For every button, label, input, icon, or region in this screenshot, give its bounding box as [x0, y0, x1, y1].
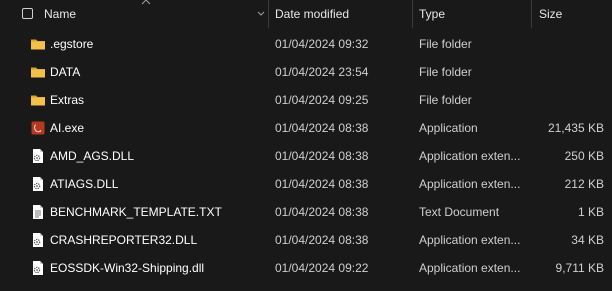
file-date-modified: 01/04/2024 08:38 [275, 233, 369, 247]
column-header-size[interactable]: Size [539, 0, 562, 28]
select-all-checkbox[interactable] [22, 8, 33, 19]
file-date-modified: 01/04/2024 23:54 [275, 65, 369, 79]
file-row[interactable]: Extras 01/04/2024 09:25 File folder [0, 86, 612, 114]
file-type: Application exten... [419, 261, 521, 275]
column-header-name[interactable]: Name [44, 0, 76, 28]
file-size: 34 KB [571, 233, 604, 247]
file-size [530, 86, 604, 114]
file-type: Application exten... [419, 177, 521, 191]
file-date-modified: 01/04/2024 08:38 [275, 177, 369, 191]
folder-icon [31, 67, 45, 78]
file-row[interactable]: CRASHREPORTER32.DLL 01/04/2024 08:38 App… [0, 226, 612, 254]
column-header-date-label: Date modified [275, 7, 350, 21]
chevron-up-icon [141, 0, 151, 5]
file-row[interactable]: AI.exe 01/04/2024 08:38 Application 21,4… [0, 114, 612, 142]
file-size: 212 KB [564, 177, 604, 191]
file-name: BENCHMARK_TEMPLATE.TXT [50, 205, 222, 219]
file-type: File folder [419, 37, 472, 51]
file-type: Application exten... [419, 149, 521, 163]
file-type: File folder [419, 65, 472, 79]
file-row[interactable]: BENCHMARK_TEMPLATE.TXT 01/04/2024 08:38 … [0, 198, 612, 226]
file-date-modified: 01/04/2024 09:32 [275, 37, 369, 51]
file-row[interactable]: AMD_AGS.DLL 01/04/2024 08:38 Application… [0, 142, 612, 170]
dll-file-icon [33, 233, 43, 247]
file-size: 250 KB [564, 149, 604, 163]
file-date-modified: 01/04/2024 08:38 [275, 205, 369, 219]
file-name: ATIAGS.DLL [50, 177, 119, 191]
file-size: 9,711 KB [555, 261, 604, 275]
column-divider[interactable] [412, 0, 413, 28]
file-type: File folder [419, 93, 472, 107]
column-header-name-label: Name [44, 7, 77, 21]
chevron-down-icon[interactable] [256, 9, 266, 19]
folder-icon [31, 95, 45, 106]
file-size: 1 KB [577, 205, 604, 219]
column-divider[interactable] [268, 0, 269, 28]
file-row[interactable]: .egstore 01/04/2024 09:32 File folder [0, 30, 612, 58]
file-name: DATA [50, 65, 81, 79]
file-size [530, 30, 604, 58]
column-header-type-label: Type [419, 7, 446, 21]
text-file-icon [33, 205, 43, 219]
file-date-modified: 01/04/2024 08:38 [275, 149, 369, 163]
file-explorer-details-view: Name Date modified Type Size .egstore 01… [0, 0, 612, 291]
file-row[interactable]: ATIAGS.DLL 01/04/2024 08:38 Application … [0, 170, 612, 198]
file-row[interactable]: DATA 01/04/2024 23:54 File folder [0, 58, 612, 86]
column-header-type[interactable]: Type [419, 0, 445, 28]
file-date-modified: 01/04/2024 09:25 [275, 93, 369, 107]
file-type: Application exten... [419, 233, 521, 247]
file-date-modified: 01/04/2024 09:22 [275, 261, 369, 275]
dll-file-icon [33, 149, 43, 163]
file-name: Extras [50, 93, 85, 107]
file-name: AI.exe [50, 121, 85, 135]
file-row[interactable]: EOSSDK-Win32-Shipping.dll 01/04/2024 09:… [0, 254, 612, 282]
file-size: 21,435 KB [547, 121, 604, 135]
folder-icon [31, 39, 45, 50]
dll-file-icon [33, 177, 43, 191]
app-exe-icon [31, 121, 45, 135]
file-name: .egstore [50, 37, 94, 51]
file-date-modified: 01/04/2024 08:38 [275, 121, 369, 135]
column-header-size-label: Size [539, 7, 563, 21]
column-header-bar: Name Date modified Type Size [0, 0, 612, 28]
column-header-date-modified[interactable]: Date modified [275, 0, 349, 28]
file-name: EOSSDK-Win32-Shipping.dll [50, 261, 205, 275]
column-divider[interactable] [531, 0, 532, 28]
file-name: AMD_AGS.DLL [50, 149, 135, 163]
file-size [530, 58, 604, 86]
file-list: .egstore 01/04/2024 09:32 File folder DA… [0, 30, 612, 282]
file-type: Text Document [419, 205, 500, 219]
dll-file-icon [33, 261, 43, 275]
file-name: CRASHREPORTER32.DLL [50, 233, 198, 247]
file-type: Application [419, 121, 478, 135]
